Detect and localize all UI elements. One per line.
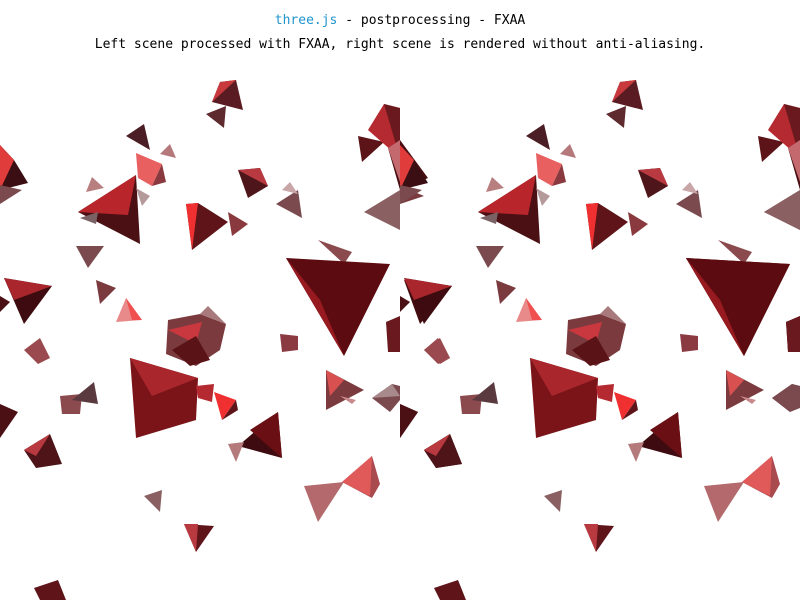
webgl-canvas[interactable] [0,0,800,600]
title-suffix: - postprocessing - FXAA [337,13,526,28]
example-description: Left scene processed with FXAA, right sc… [94,37,706,52]
fxaa-scene [0,80,462,600]
tetrahedron [686,258,790,356]
tetrahedron [772,384,800,412]
threejs-link[interactable]: three.js [275,13,338,28]
example-title: three.js - postprocessing - FXAA [0,13,800,29]
tetrahedron [786,316,800,352]
tetrahedron [764,190,800,230]
